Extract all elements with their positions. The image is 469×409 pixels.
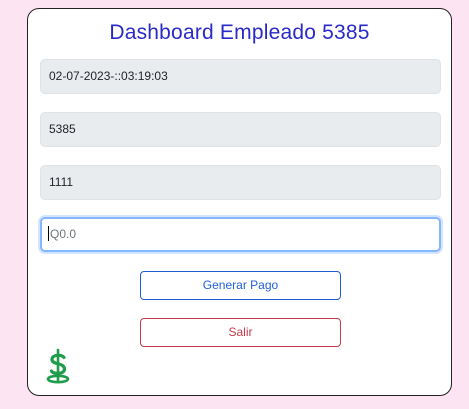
generate-payment-button[interactable]: Generar Pago bbox=[140, 271, 341, 300]
datetime-field: 02-07-2023-::03:19:03 bbox=[40, 59, 441, 94]
text-caret bbox=[48, 226, 49, 242]
page-title: Dashboard Empleado 5385 bbox=[109, 21, 370, 44]
datetime-value: 02-07-2023-::03:19:03 bbox=[49, 69, 168, 83]
code-field: 1111 bbox=[40, 165, 441, 200]
amount-placeholder: Q0.0 bbox=[50, 227, 77, 241]
dollar-sign-icon bbox=[46, 348, 70, 384]
amount-input[interactable]: Q0.0 bbox=[40, 217, 441, 252]
employee-id-field: 5385 bbox=[40, 112, 441, 147]
dashboard-card: Dashboard Empleado 5385 02-07-2023-::03:… bbox=[27, 8, 452, 396]
employee-id-value: 5385 bbox=[49, 122, 76, 136]
exit-button[interactable]: Salir bbox=[140, 318, 341, 347]
code-value: 1111 bbox=[49, 175, 74, 189]
